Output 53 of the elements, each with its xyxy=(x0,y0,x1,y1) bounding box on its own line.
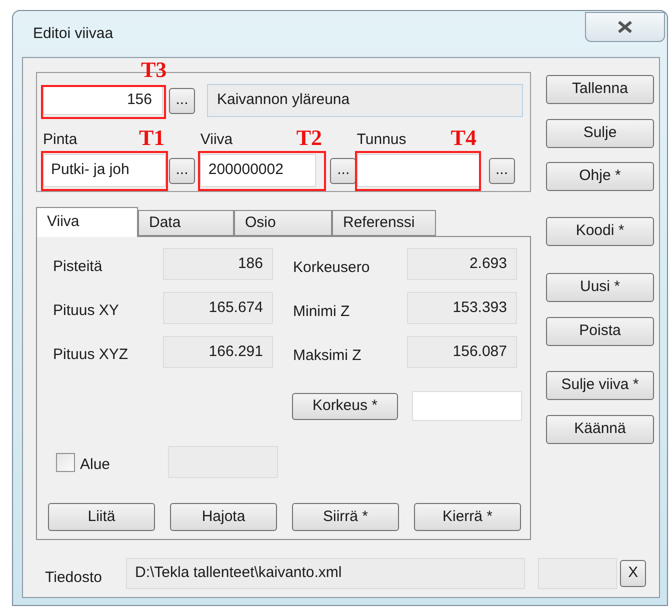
action-button[interactable]: Liitä xyxy=(48,503,155,531)
close-icon xyxy=(616,20,634,34)
field-label: Tunnus xyxy=(356,130,406,150)
side-button[interactable]: Uusi * xyxy=(546,273,654,302)
side-button[interactable]: Poista xyxy=(546,317,654,346)
stat-label: Korkeusero xyxy=(293,258,371,278)
browse-button[interactable]: ... xyxy=(169,158,195,184)
stat-value-field: 2.693 xyxy=(407,248,517,280)
side-button[interactable]: Käännä xyxy=(546,415,654,444)
description-field: Kaivannon yläreuna xyxy=(207,84,523,117)
side-button[interactable]: Sulje xyxy=(546,119,654,148)
browse-button[interactable]: ... xyxy=(488,158,515,184)
stat-value-field: 165.674 xyxy=(163,292,273,324)
tab[interactable]: Osio xyxy=(234,210,332,236)
stat-value-field: 166.291 xyxy=(163,336,273,368)
browse-button[interactable]: ... xyxy=(169,88,195,114)
browse-button[interactable]: ... xyxy=(330,158,356,184)
clear-button[interactable]: X xyxy=(620,560,646,587)
height-button[interactable]: Korkeus * xyxy=(292,392,398,420)
action-button[interactable]: Hajota xyxy=(170,503,277,531)
stat-label: Minimi Z xyxy=(293,302,351,322)
annotation-label: T1 xyxy=(139,127,165,149)
side-button[interactable]: Sulje viiva * xyxy=(546,371,654,400)
file-path-field: D:\Tekla tallenteet\kaivanto.xml xyxy=(126,558,526,589)
stat-label: Pituus XYZ xyxy=(52,344,130,365)
side-button[interactable]: Tallenna xyxy=(546,75,654,104)
close-button[interactable] xyxy=(585,12,665,42)
stat-label: Pituus XY xyxy=(52,300,120,321)
annotation-label: T3 xyxy=(141,59,167,81)
action-button[interactable]: Kierrä * xyxy=(414,503,521,531)
annotation-label: T4 xyxy=(450,127,476,149)
checkbox[interactable] xyxy=(56,452,75,472)
height-field[interactable] xyxy=(412,391,522,421)
stat-value-field: 186 xyxy=(163,248,273,280)
tab[interactable]: Referenssi xyxy=(332,210,436,236)
stat-value-field: 153.393 xyxy=(407,292,517,324)
number-field[interactable]: 156 xyxy=(43,86,163,115)
field-label: Viiva xyxy=(200,130,233,150)
action-button[interactable]: Siirrä * xyxy=(292,503,399,531)
tab[interactable]: Data xyxy=(138,210,234,236)
file-label: Tiedosto xyxy=(44,568,103,588)
window-title: Editoi viivaa xyxy=(33,24,114,44)
side-button[interactable]: Koodi * xyxy=(546,217,654,246)
stat-label: Maksimi Z xyxy=(293,346,362,366)
field-label: Pinta xyxy=(43,130,78,150)
side-button[interactable]: Ohje * xyxy=(546,162,654,191)
checkbox-label: Alue xyxy=(80,454,112,475)
text-field[interactable]: 200000002 xyxy=(200,154,316,187)
annotation-label: T2 xyxy=(296,127,322,149)
stat-label: Pisteitä xyxy=(52,256,104,277)
stat-value-field: 156.087 xyxy=(407,336,517,368)
tab[interactable]: Viiva xyxy=(36,207,138,237)
text-field[interactable]: Putki- ja joh xyxy=(43,154,166,187)
